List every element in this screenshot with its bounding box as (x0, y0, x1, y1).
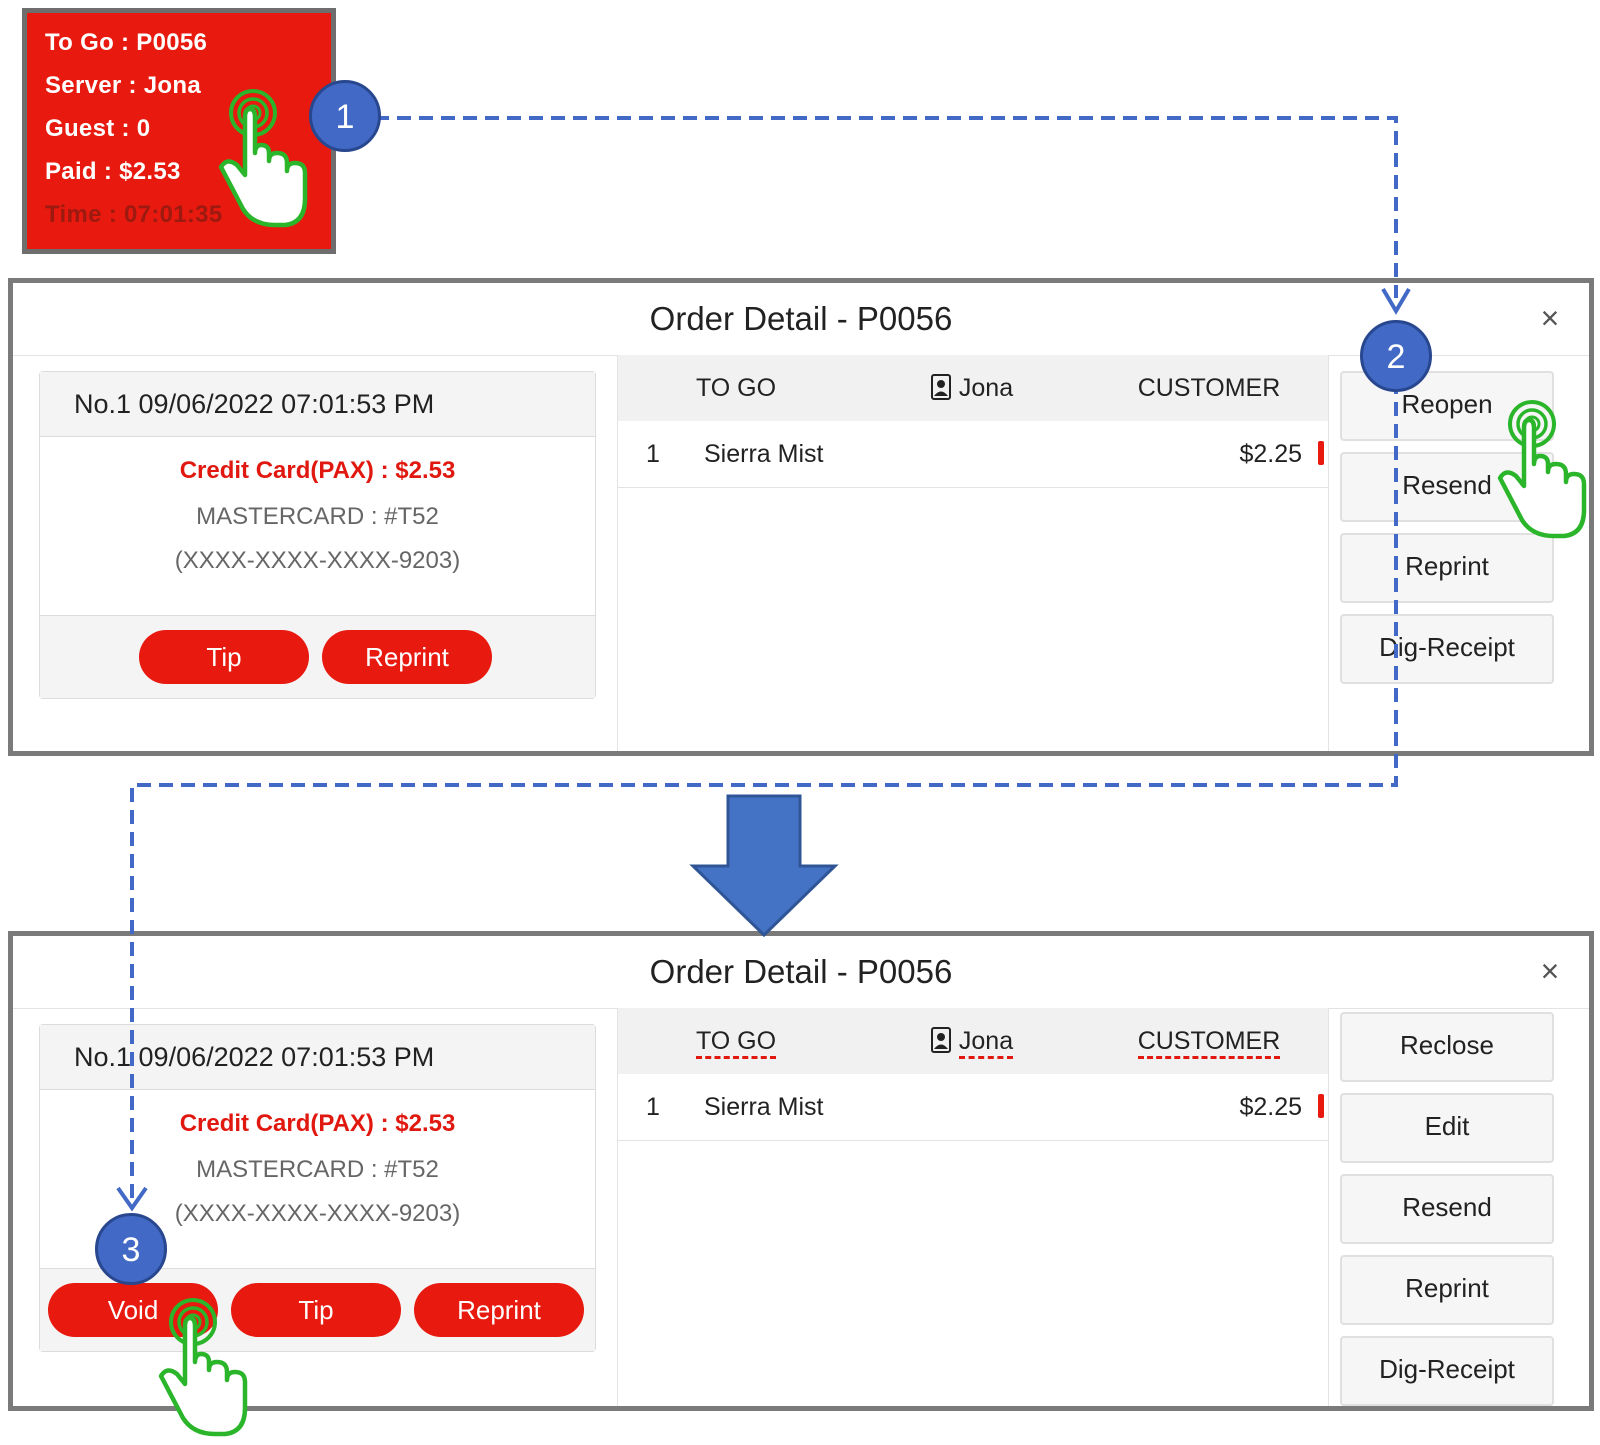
step-badge-2: 2 (1360, 320, 1432, 392)
connector-step2-to-step3 (130, 358, 1398, 1198)
tap-hand-icon (161, 1300, 245, 1434)
connector-step1-to-step2 (375, 116, 1398, 298)
annotation-overlay (116, 0, 1600, 1445)
step-badge-1: 1 (309, 80, 381, 152)
tap-hand-icon (221, 91, 305, 225)
down-arrow-icon (689, 794, 839, 938)
step-badge-3: 3 (95, 1213, 167, 1285)
tap-hand-icon (1500, 402, 1584, 536)
